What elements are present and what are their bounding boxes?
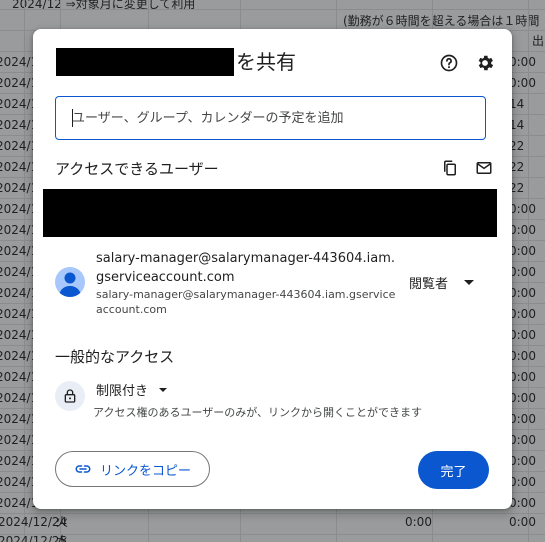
mail-icon[interactable]	[472, 156, 496, 180]
role-dropdown[interactable]: 閲覧者	[409, 273, 475, 292]
dialog-title-suffix: を共有	[236, 50, 296, 74]
add-people-input[interactable]	[56, 97, 485, 139]
redacted-file-name	[56, 48, 234, 76]
link-icon	[75, 465, 91, 473]
user-name: salary-manager@salarymanager-443604.iam.…	[96, 251, 396, 285]
copy-link-label: リンクをコピー	[99, 463, 191, 479]
add-people-field[interactable]	[55, 96, 486, 140]
share-dialog: を共有 アクセスできるユーザー salary-manager@salaryman…	[33, 29, 512, 509]
done-button[interactable]: 完了	[418, 451, 489, 489]
general-access-dropdown[interactable]: 制限付き	[96, 380, 168, 399]
service-account-avatar	[55, 267, 85, 297]
general-access-description: アクセス権のあるユーザーのみが、リンクから開くことができます	[93, 406, 423, 419]
redacted-people-row	[43, 189, 497, 237]
role-label: 閲覧者	[409, 277, 449, 292]
user-email: salary-manager@salarymanager-443604.iam.…	[96, 288, 396, 316]
general-access-title: 一般的なアクセス	[55, 348, 175, 366]
chevron-down-icon	[464, 280, 475, 285]
gear-icon[interactable]	[473, 51, 497, 75]
copy-emails-icon[interactable]	[438, 156, 462, 180]
general-access-option: 制限付き	[96, 384, 149, 399]
help-icon[interactable]	[437, 51, 461, 75]
people-with-access-title: アクセスできるユーザー	[55, 160, 219, 178]
lock-icon	[55, 381, 85, 411]
chevron-down-icon	[159, 387, 168, 392]
copy-link-button[interactable]: リンクをコピー	[55, 451, 210, 487]
